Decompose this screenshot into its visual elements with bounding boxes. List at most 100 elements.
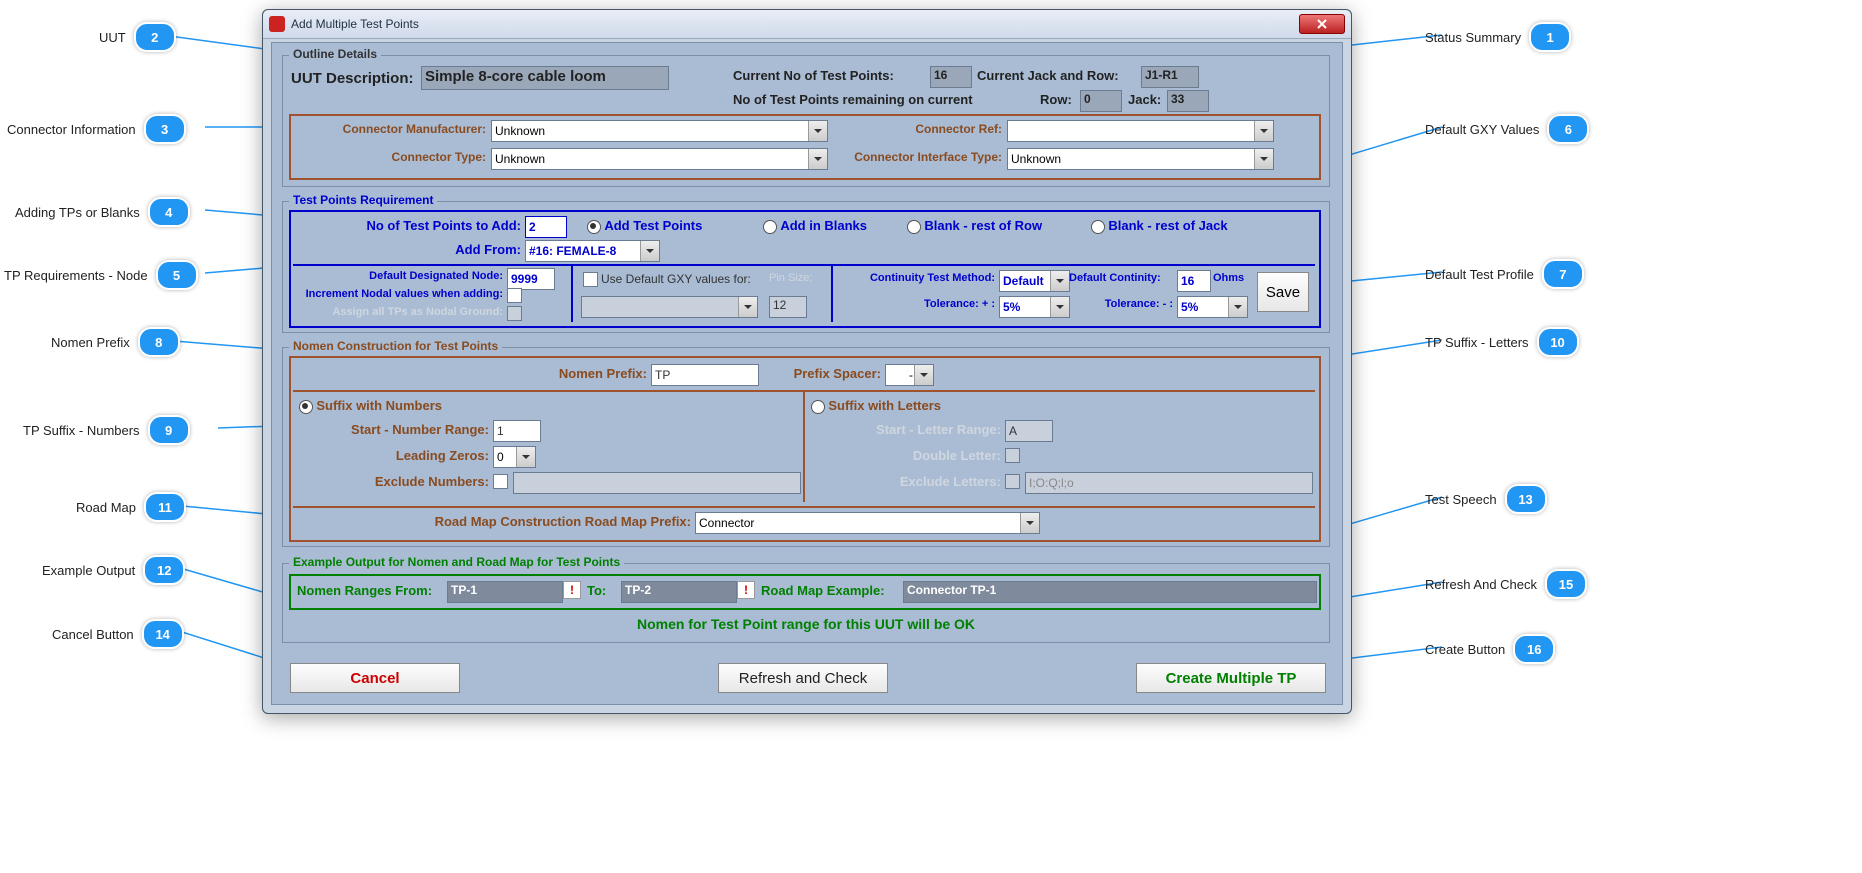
close-button[interactable] xyxy=(1299,14,1345,34)
start-let-label: Start - Letter Range: xyxy=(805,422,1001,437)
example-box: Nomen Ranges From: TP-1 ! To: TP-2 ! Roa… xyxy=(289,574,1321,610)
ohms-label: Ohms xyxy=(1213,272,1244,284)
excl-let-input[interactable] xyxy=(1025,472,1313,494)
chevron-down-icon xyxy=(1228,297,1247,317)
tol-minus-select[interactable]: 5% xyxy=(1177,296,1248,318)
gxy-select[interactable] xyxy=(581,296,758,318)
tol-plus-label: Tolerance: + : xyxy=(833,298,995,310)
callout-num: 4 xyxy=(148,197,190,227)
to-label: To: xyxy=(587,583,606,598)
conn-if-select[interactable]: Unknown xyxy=(1007,148,1274,170)
conn-mfr-label: Connector Manufacturer: xyxy=(291,122,486,136)
callout-num: 15 xyxy=(1545,569,1587,599)
num-add-input[interactable] xyxy=(525,216,567,238)
use-gxy-check[interactable] xyxy=(583,272,598,287)
refresh-button[interactable]: Refresh and Check xyxy=(718,663,888,693)
create-button[interactable]: Create Multiple TP xyxy=(1136,663,1326,693)
ranges-from-value: TP-1 xyxy=(447,581,563,603)
inc-nodal-check[interactable] xyxy=(507,288,522,303)
chevron-down-icon xyxy=(1254,121,1273,141)
callout-label: Status Summary xyxy=(1425,30,1521,45)
cur-tp-value: 16 xyxy=(930,66,972,88)
conn-ref-select[interactable] xyxy=(1007,120,1274,142)
dbl-let-label: Double Letter: xyxy=(805,448,1001,463)
def-cont-input[interactable] xyxy=(1177,270,1211,292)
to-value: TP-2 xyxy=(621,581,737,603)
callout-label: TP Suffix - Letters xyxy=(1425,335,1529,350)
callout-label: Road Map xyxy=(76,500,136,515)
conn-mfr-select[interactable]: Unknown xyxy=(491,120,828,142)
callout-num: 12 xyxy=(143,555,185,585)
conn-if-label: Connector Interface Type: xyxy=(826,150,1002,164)
radio-add-blanks[interactable]: Add in Blanks xyxy=(763,218,867,234)
assign-nodal-check[interactable] xyxy=(507,306,522,321)
callout-label: Refresh And Check xyxy=(1425,577,1537,592)
chevron-down-icon xyxy=(1020,513,1039,533)
excl-num-check[interactable] xyxy=(493,474,508,489)
suffix-let-cell: Suffix with Letters Start - Letter Range… xyxy=(805,392,1315,502)
outline-details-group: Outline Details UUT Description: Simple … xyxy=(282,55,1330,187)
add-from-select[interactable]: #16: FEMALE-8 xyxy=(525,240,660,262)
chevron-down-icon xyxy=(640,241,659,261)
callout-label: Default GXY Values xyxy=(1425,122,1539,137)
radio-suffix-numbers[interactable]: Suffix with Numbers xyxy=(299,398,442,414)
prefix-spacer-select[interactable]: - xyxy=(885,364,934,386)
roadmap-select[interactable]: Connector xyxy=(695,512,1040,534)
radio-add-tp[interactable]: Add Test Points xyxy=(587,218,702,234)
radio-suffix-letters[interactable]: Suffix with Letters xyxy=(811,398,941,414)
dialog-window: Add Multiple Test Points Outline Details… xyxy=(262,9,1352,714)
nomen-prefix-input[interactable] xyxy=(651,364,759,386)
row-value: 0 xyxy=(1080,90,1122,112)
cur-jr-label: Current Jack and Row: xyxy=(977,68,1119,83)
radio-blank-jack[interactable]: Blank - rest of Jack xyxy=(1091,218,1228,234)
callout-label: UUT xyxy=(99,30,126,45)
row-label: Row: xyxy=(1040,92,1072,107)
callout-num: 13 xyxy=(1505,484,1547,514)
suffix-num-cell: Suffix with Numbers Start - Number Range… xyxy=(293,392,805,502)
tp-req-subrow: Default Designated Node: Increment Nodal… xyxy=(293,264,1315,324)
cancel-button[interactable]: Cancel xyxy=(290,663,460,693)
callout-num: 5 xyxy=(156,260,198,290)
callout-label: Default Test Profile xyxy=(1425,267,1534,282)
warn-icon[interactable]: ! xyxy=(563,581,581,599)
def-node-label: Default Designated Node: xyxy=(293,270,503,282)
callout-num: 10 xyxy=(1537,327,1579,357)
prefix-spacer-label: Prefix Spacer: xyxy=(771,366,881,381)
callout-label: Adding TPs or Blanks xyxy=(15,205,140,220)
radio-blank-row[interactable]: Blank - rest of Row xyxy=(907,218,1042,234)
start-let-input[interactable] xyxy=(1005,420,1053,442)
ranges-from-label: Nomen Ranges From: xyxy=(297,583,432,598)
callout-num: 6 xyxy=(1547,114,1589,144)
cur-jr-value: J1-R1 xyxy=(1141,66,1199,88)
example-group: Example Output for Nomen and Road Map fo… xyxy=(282,563,1330,643)
excl-num-label: Exclude Numbers: xyxy=(293,474,489,489)
save-button[interactable]: Save xyxy=(1257,272,1309,312)
start-num-input[interactable] xyxy=(493,420,541,442)
cont-method-select[interactable]: Default xyxy=(999,270,1070,292)
nomen-legend: Nomen Construction for Test Points xyxy=(289,339,502,353)
titlebar[interactable]: Add Multiple Test Points xyxy=(263,10,1351,39)
gxy-cell: Use Default GXY values for: Pin Size: 12 xyxy=(573,266,833,322)
chevron-down-icon xyxy=(516,447,535,467)
excl-let-check[interactable] xyxy=(1005,474,1020,489)
outline-legend: Outline Details xyxy=(289,47,381,61)
uut-desc-value: Simple 8-core cable loom xyxy=(421,66,669,90)
callout-label: TP Requirements - Node xyxy=(4,268,148,283)
callout-label: Nomen Prefix xyxy=(51,335,130,350)
add-from-label: Add From: xyxy=(291,242,521,257)
callout-label: TP Suffix - Numbers xyxy=(23,423,140,438)
nomen-group: Nomen Construction for Test Points Nomen… xyxy=(282,347,1330,547)
tol-plus-select[interactable]: 5% xyxy=(999,296,1070,318)
conn-type-select[interactable]: Unknown xyxy=(491,148,828,170)
callout-num: 3 xyxy=(144,114,186,144)
rm-example-value: Connector TP-1 xyxy=(903,581,1317,603)
conn-type-label: Connector Type: xyxy=(291,150,486,164)
chevron-down-icon xyxy=(1050,297,1069,317)
def-node-input[interactable] xyxy=(507,268,555,290)
warn-icon[interactable]: ! xyxy=(737,581,755,599)
dbl-let-check[interactable] xyxy=(1005,448,1020,463)
leading-zeros-select[interactable]: 0 xyxy=(493,446,536,468)
conn-ref-label: Connector Ref: xyxy=(846,122,1002,136)
excl-num-input[interactable] xyxy=(513,472,801,494)
jack-value: 33 xyxy=(1167,90,1209,112)
